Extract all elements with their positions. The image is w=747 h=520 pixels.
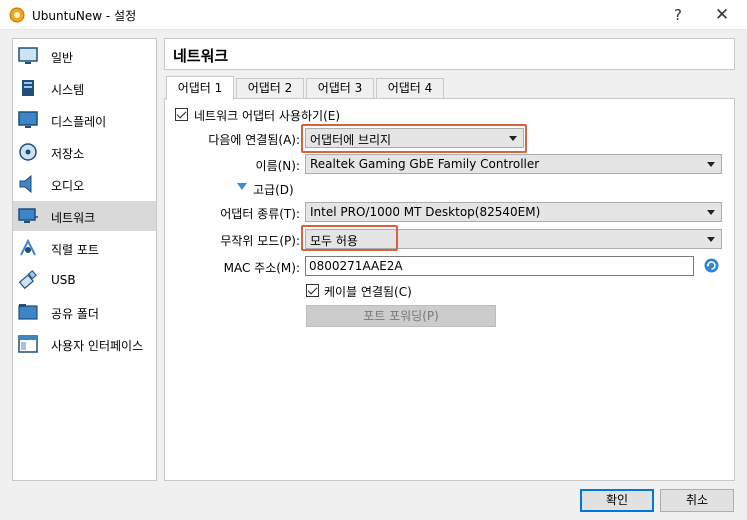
sidebar-item-storage[interactable]: 저장소	[13, 137, 156, 167]
chevron-down-icon	[707, 162, 715, 167]
sidebar-item-usb[interactable]: USB	[13, 265, 156, 295]
window-title: UbuntuNew - 설정	[32, 9, 137, 23]
promiscuous-mode-select[interactable]: 모두 허용	[305, 229, 722, 249]
chevron-down-icon	[509, 136, 517, 141]
sidebar-item-label: USB	[51, 273, 76, 287]
adapter-type-label: 어댑터 종류(T):	[220, 207, 300, 221]
sidebar-item-audio[interactable]: 오디오	[13, 169, 156, 199]
attached-to-label: 다음에 연결됨(A):	[208, 133, 300, 147]
sidebar-item-label: 사용자 인터페이스	[51, 339, 144, 353]
serial-port-icon	[20, 238, 36, 256]
tab-adapter-4[interactable]: 어댑터 4	[376, 78, 444, 99]
storage-icon	[19, 143, 37, 161]
expand-arrow-icon[interactable]	[237, 183, 247, 190]
section-header: 네트워크	[164, 38, 735, 70]
mac-address-label: MAC 주소(M):	[223, 261, 300, 275]
title-bar: UbuntuNew - 설정 ? ✕	[0, 0, 747, 30]
sidebar-item-label: 오디오	[51, 179, 85, 193]
sidebar-item-label: 네트워크	[51, 211, 96, 225]
port-forwarding-button[interactable]: 포트 포워딩(P)	[306, 305, 496, 327]
name-value: Realtek Gaming GbE Family Controller	[310, 157, 540, 171]
name-select[interactable]: Realtek Gaming GbE Family Controller	[305, 154, 722, 174]
shared-folder-icon	[18, 304, 38, 320]
sidebar-item-label: 저장소	[51, 147, 85, 161]
audio-icon	[19, 174, 32, 194]
promiscuous-mode-value: 모두 허용	[310, 234, 358, 248]
usb-icon	[18, 270, 37, 290]
sidebar-item-label: 일반	[51, 51, 74, 65]
display-icon	[18, 111, 38, 128]
cancel-button[interactable]: 취소	[660, 489, 734, 512]
sidebar-item-serial-port[interactable]: 직렬 포트	[13, 233, 156, 263]
cable-connected-label: 케이블 연결됨(C)	[324, 285, 412, 299]
user-interface-icon	[18, 335, 38, 353]
sidebar-item-shared-folder[interactable]: 공유 폴더	[13, 297, 156, 327]
advanced-toggle[interactable]: 고급(D)	[253, 181, 294, 198]
help-button[interactable]: ?	[658, 0, 698, 30]
sidebar-item-system[interactable]: 시스템	[13, 73, 156, 103]
page-title: 네트워크	[173, 47, 229, 65]
virtualbox-app-icon	[9, 7, 25, 23]
tab-adapter-3[interactable]: 어댑터 3	[306, 78, 374, 99]
sidebar-item-network[interactable]: 네트워크	[13, 201, 156, 231]
system-icon	[22, 80, 34, 96]
refresh-mac-icon[interactable]	[704, 258, 719, 273]
promiscuous-mode-label: 무작위 모드(P):	[220, 234, 300, 248]
sidebar-item-display[interactable]: 디스플레이	[13, 105, 156, 135]
mac-address-value: 0800271AAE2A	[309, 259, 403, 273]
general-icon	[18, 47, 38, 64]
adapter-type-value: Intel PRO/1000 MT Desktop(82540EM)	[310, 205, 541, 219]
sidebar-item-label: 공유 폴더	[51, 307, 99, 321]
sidebar-item-label: 직렬 포트	[51, 243, 99, 257]
enable-adapter-label: 네트워크 어댑터 사용하기(E)	[194, 109, 341, 123]
settings-sidebar: 일반 시스템 디스플레이 저장소 오디오 네트워크 직렬 포트 USB 공유 폴…	[12, 38, 157, 481]
network-icon	[18, 208, 38, 223]
attached-to-select[interactable]: 어댑터에 브리지	[305, 128, 524, 148]
tab-adapter-2[interactable]: 어댑터 2	[236, 78, 304, 99]
tab-adapter-1[interactable]: 어댑터 1	[166, 76, 234, 100]
close-button[interactable]: ✕	[702, 0, 742, 30]
sidebar-item-label: 디스플레이	[51, 115, 107, 129]
sidebar-item-general[interactable]: 일반	[13, 41, 156, 71]
chevron-down-icon	[707, 237, 715, 242]
enable-adapter-checkbox[interactable]	[175, 108, 188, 121]
sidebar-item-user-interface[interactable]: 사용자 인터페이스	[13, 329, 156, 359]
cable-connected-checkbox[interactable]	[306, 284, 319, 297]
mac-address-input[interactable]: 0800271AAE2A	[305, 256, 694, 276]
chevron-down-icon	[707, 210, 715, 215]
sidebar-item-label: 시스템	[51, 83, 85, 97]
name-label: 이름(N):	[255, 159, 300, 173]
attached-to-value: 어댑터에 브리지	[310, 133, 392, 147]
ok-button[interactable]: 확인	[580, 489, 654, 512]
adapter-type-select[interactable]: Intel PRO/1000 MT Desktop(82540EM)	[305, 202, 722, 222]
